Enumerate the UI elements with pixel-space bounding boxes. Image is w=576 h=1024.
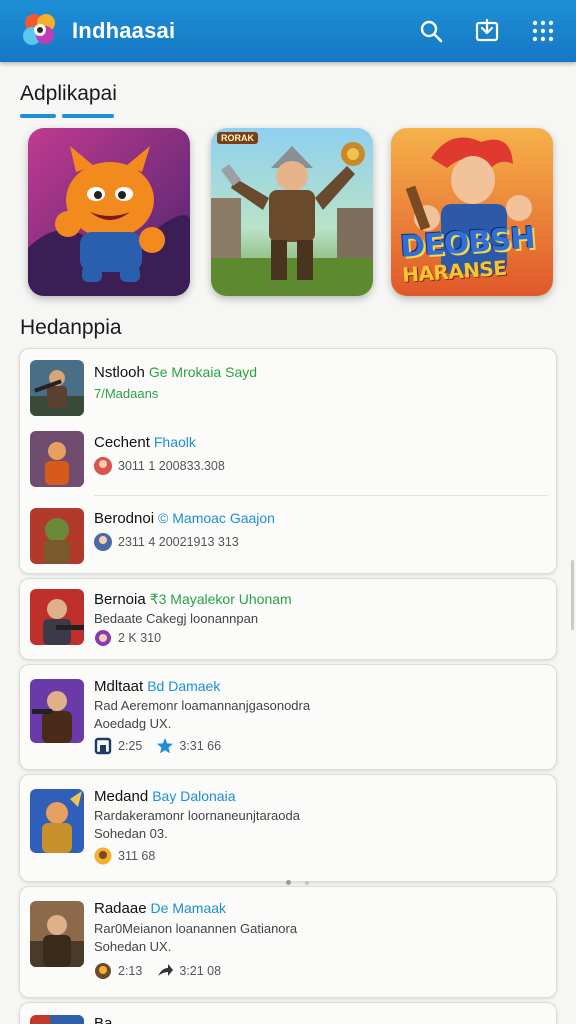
share-icon	[156, 962, 174, 980]
app-meta: 3011 1 200833.308	[118, 459, 225, 473]
section-underline	[20, 114, 115, 118]
app-subtitle: Rar0Meianon loanannen Gatianora	[94, 921, 298, 936]
app-tag: © Mamoac Gaajon	[158, 510, 275, 526]
app-type-icon	[94, 737, 112, 755]
app-tag: Ge Mrokaia Sayd	[148, 364, 258, 380]
app-thumbnail	[30, 360, 84, 416]
orange-creature-game-art	[28, 128, 190, 296]
app-subtitle-2: Sohedan UX.	[94, 939, 172, 954]
app-name: Ba	[94, 1015, 113, 1024]
developer-avatar-icon	[94, 457, 112, 475]
app-list-card: Bernoia ₹3 Mayalekor Uhonam Bedaate Cakeg…	[19, 578, 557, 660]
app-tag: Bd Damaek	[147, 678, 221, 694]
featured-card-1[interactable]	[28, 128, 190, 296]
app-subtitle: Rardakeramonr loornaneunjtaraoda	[94, 808, 300, 823]
app-list-card: Radaae De Mamaak Rar0Meianon loanannen Ga…	[19, 886, 557, 998]
featured-card-2[interactable]: RORAK	[211, 128, 373, 296]
app-tag: De Mamaak	[150, 900, 227, 916]
developer-avatar-icon	[94, 962, 112, 980]
app-name: Berodnoi	[94, 510, 155, 527]
app-meta: 2:25	[118, 739, 143, 753]
app-subtitle: Bedaate Cakegj loonannpan	[94, 611, 259, 626]
app-subtitle: 7/Madaans	[94, 386, 159, 401]
list-item[interactable]: Ba	[20, 1003, 556, 1024]
app-bar: Indhaasai	[0, 0, 576, 62]
app-name: Mdltaat	[94, 678, 144, 695]
download-icon[interactable]	[472, 16, 502, 46]
app-name: Bernoia	[94, 591, 146, 608]
app-subtitle-2: Aoedadg UX.	[94, 716, 172, 731]
app-thumbnail	[30, 901, 84, 967]
list-item[interactable]: Nstlooh Ge Mrokaia Sayd 7/Madaans	[20, 349, 556, 427]
page-indicator	[286, 880, 309, 885]
app-name: Cechent	[94, 434, 150, 451]
list-item[interactable]: Cechent Fhaolk 3011 1 200833.308	[20, 427, 556, 497]
app-tag: Bay Dalonaia	[152, 788, 236, 804]
app-tag: ₹3 Mayalekor Uhonam	[149, 591, 292, 607]
star-icon	[156, 737, 174, 755]
app-thumbnail	[30, 679, 84, 743]
app-thumbnail	[30, 1015, 84, 1024]
list-section-title: Hedanppia	[20, 316, 122, 339]
app-thumbnail	[30, 589, 84, 645]
featured-card-badge: RORAK	[217, 132, 258, 144]
app-title: Indhaasai	[72, 18, 176, 43]
app-subtitle: Rad Aeremonr loamannanjgasonodra	[94, 698, 311, 713]
app-list-card: Nstlooh Ge Mrokaia Sayd 7/Madaans Cechent…	[19, 348, 557, 574]
scrollbar[interactable]	[571, 560, 574, 630]
featured-carousel: RORAK DEOBSH HARANSE	[28, 128, 558, 298]
app-list-card: Ba	[19, 1002, 557, 1024]
app-tag: Fhaolk	[153, 434, 196, 450]
app-meta: 2:13	[118, 964, 143, 978]
app-name: Radaae	[94, 900, 147, 917]
armored-warrior-game-art	[211, 128, 373, 296]
app-rating: 3:21 08	[179, 964, 222, 978]
app-meta: 2311 4 20021913 313	[118, 535, 239, 549]
developer-avatar-icon	[94, 847, 112, 865]
featured-section-title: Adplikapai	[20, 82, 117, 105]
app-thumbnail	[30, 789, 84, 853]
list-item[interactable]: Medand Bay Dalonaia Rardakeramonr loornan…	[20, 775, 556, 883]
app-thumbnail	[30, 508, 84, 564]
list-item[interactable]: Bernoia ₹3 Mayalekor Uhonam Bedaate Cakeg…	[20, 579, 556, 661]
developer-avatar-icon	[94, 629, 112, 647]
grid-menu-icon[interactable]	[528, 16, 558, 46]
featured-card-3[interactable]: DEOBSH HARANSE	[391, 128, 553, 296]
list-item[interactable]: Mdltaat Bd Damaek Rad Aeremonr loamannanj…	[20, 665, 556, 771]
app-name: Medand	[94, 788, 149, 805]
list-item[interactable]: Berodnoi © Mamoac Gaajon 2311 4 20021913 …	[20, 499, 556, 575]
featured-game-logo: DEOBSH HARANSE	[399, 220, 536, 287]
app-meta: 2 K 310	[118, 631, 162, 645]
list-item[interactable]: Radaae De Mamaak Rar0Meianon loanannen Ga…	[20, 887, 556, 999]
app-list-card: Medand Bay Dalonaia Rardakeramonr loornan…	[19, 774, 557, 882]
developer-avatar-icon	[94, 533, 112, 551]
app-name: Nstlooh	[94, 364, 145, 381]
app-subtitle-2: Sohedan 03.	[94, 826, 168, 841]
search-icon[interactable]	[416, 16, 446, 46]
app-thumbnail	[30, 431, 84, 487]
app-rating: 3:31 66	[179, 739, 222, 753]
app-meta: 311 68	[118, 849, 156, 863]
row-divider	[94, 495, 548, 496]
app-list-card: Mdltaat Bd Damaek Rad Aeremonr loamannanj…	[19, 664, 557, 770]
app-logo-icon[interactable]	[18, 9, 62, 53]
